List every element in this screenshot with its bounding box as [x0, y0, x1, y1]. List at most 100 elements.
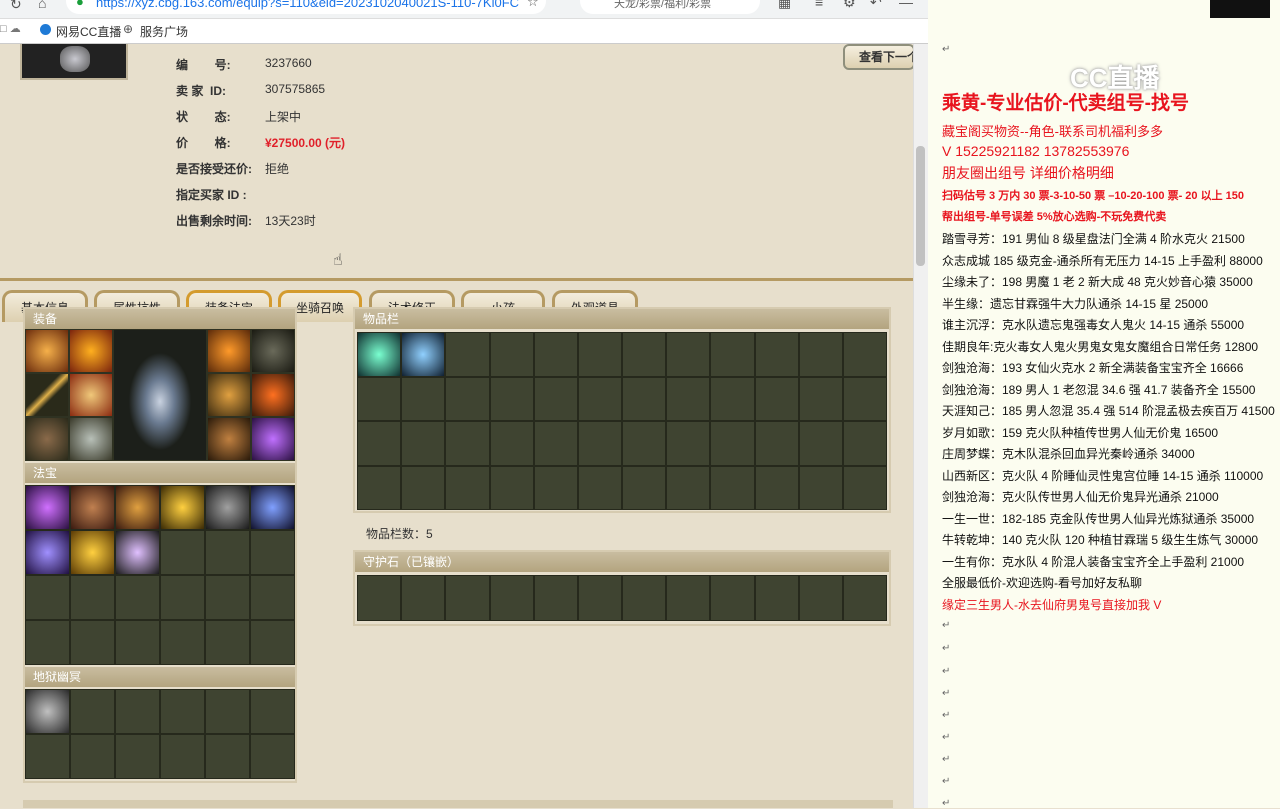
item-slot-empty[interactable] — [445, 421, 490, 466]
item-slot-empty[interactable] — [115, 689, 160, 734]
item-slot-empty[interactable] — [445, 575, 490, 621]
item-slot-empty[interactable] — [357, 376, 402, 421]
equip-item-necklace[interactable] — [70, 330, 112, 372]
item-slot-empty[interactable] — [754, 332, 799, 377]
item-slot-empty[interactable] — [622, 376, 667, 421]
item-slot-empty[interactable] — [710, 465, 755, 510]
equip-item-acc2[interactable] — [252, 374, 294, 416]
item-slot-empty[interactable] — [798, 376, 843, 421]
item-slot-empty[interactable] — [798, 575, 843, 621]
item-slot-empty[interactable] — [489, 421, 534, 466]
item-slot-empty[interactable] — [25, 734, 70, 779]
equip-item-armor[interactable] — [70, 374, 112, 416]
item-slot-empty[interactable] — [622, 575, 667, 621]
item-slot-filled[interactable] — [115, 530, 160, 575]
equip-item-belt[interactable] — [26, 418, 68, 460]
minimize-icon[interactable]: — — [899, 0, 913, 10]
item-slot-empty[interactable] — [250, 575, 295, 620]
bookmark-service[interactable]: 服务广场 — [140, 23, 188, 40]
item-slot-empty[interactable] — [160, 530, 205, 575]
item-slot-empty[interactable] — [577, 421, 622, 466]
item-slot-empty[interactable] — [754, 376, 799, 421]
item-slot-empty[interactable] — [842, 575, 887, 621]
undo-icon[interactable]: ↶ — [870, 0, 882, 11]
item-slot-empty[interactable] — [357, 465, 402, 510]
item-slot-empty[interactable] — [489, 575, 534, 621]
item-slot-empty[interactable] — [205, 530, 250, 575]
item-slot-empty[interactable] — [533, 376, 578, 421]
item-slot-empty[interactable] — [577, 376, 622, 421]
item-slot-filled[interactable] — [70, 530, 115, 575]
item-slot-empty[interactable] — [842, 376, 887, 421]
item-slot-empty[interactable] — [115, 575, 160, 620]
item-slot-empty[interactable] — [250, 689, 295, 734]
item-slot-empty[interactable] — [160, 734, 205, 779]
item-slot-empty[interactable] — [205, 575, 250, 620]
item-slot-empty[interactable] — [205, 734, 250, 779]
item-slot-empty[interactable] — [250, 620, 295, 665]
item-slot-empty[interactable] — [70, 575, 115, 620]
item-slot-empty[interactable] — [798, 332, 843, 377]
next-item-button[interactable]: 查看下一个 — [843, 44, 913, 70]
star-icon[interactable]: ☆ — [527, 0, 539, 10]
equip-item-acc4[interactable] — [252, 418, 294, 460]
item-slot-empty[interactable] — [250, 734, 295, 779]
item-slot-empty[interactable] — [445, 465, 490, 510]
reload-icon[interactable]: ↻ — [10, 0, 22, 13]
item-slot-empty[interactable] — [70, 620, 115, 665]
item-slot-empty[interactable] — [754, 465, 799, 510]
item-slot-empty[interactable] — [754, 421, 799, 466]
item-slot-empty[interactable] — [70, 734, 115, 779]
apps-icon[interactable]: ▦ — [778, 0, 791, 11]
item-slot-empty[interactable] — [160, 575, 205, 620]
settings-icon[interactable]: ⚙ — [843, 0, 856, 11]
item-slot-empty[interactable] — [577, 575, 622, 621]
item-slot-empty[interactable] — [666, 465, 711, 510]
item-slot-empty[interactable] — [622, 465, 667, 510]
home-icon[interactable]: ⌂ — [38, 0, 46, 11]
search-text[interactable]: 天龙/彩票/福利/彩票 — [614, 0, 711, 11]
equip-item-acc3[interactable] — [208, 418, 250, 460]
item-slot-empty[interactable] — [489, 332, 534, 377]
item-slot-empty[interactable] — [205, 620, 250, 665]
item-slot-empty[interactable] — [357, 421, 402, 466]
item-slot-filled[interactable] — [70, 485, 115, 530]
item-slot-filled[interactable] — [205, 485, 250, 530]
item-slot-filled[interactable] — [160, 485, 205, 530]
equip-item-ring2[interactable] — [208, 374, 250, 416]
bookmark-cc[interactable]: 网易CC直播 — [56, 23, 121, 40]
item-slot-filled[interactable] — [401, 332, 446, 377]
item-slot-empty[interactable] — [666, 376, 711, 421]
item-slot-filled[interactable] — [25, 485, 70, 530]
item-slot-empty[interactable] — [754, 575, 799, 621]
item-slot-empty[interactable] — [115, 734, 160, 779]
equip-item-hat[interactable] — [26, 330, 68, 372]
item-slot-empty[interactable] — [710, 332, 755, 377]
item-slot-filled[interactable] — [250, 485, 295, 530]
item-slot-empty[interactable] — [357, 575, 402, 621]
item-slot-filled[interactable] — [25, 530, 70, 575]
item-slot-empty[interactable] — [401, 421, 446, 466]
item-slot-empty[interactable] — [70, 689, 115, 734]
menu-icon[interactable]: ≡ — [815, 0, 823, 10]
item-slot-empty[interactable] — [205, 689, 250, 734]
equip-item-ring1[interactable] — [208, 330, 250, 372]
item-slot-empty[interactable] — [25, 620, 70, 665]
item-slot-empty[interactable] — [25, 575, 70, 620]
item-slot-empty[interactable] — [710, 421, 755, 466]
item-slot-empty[interactable] — [401, 575, 446, 621]
item-slot-empty[interactable] — [533, 332, 578, 377]
scrollbar-thumb[interactable] — [916, 146, 925, 266]
item-slot-empty[interactable] — [798, 465, 843, 510]
item-slot-empty[interactable] — [445, 332, 490, 377]
item-slot-empty[interactable] — [533, 421, 578, 466]
equip-item-acc1[interactable] — [252, 330, 294, 372]
item-slot-empty[interactable] — [666, 421, 711, 466]
item-slot-empty[interactable] — [666, 575, 711, 621]
item-slot-empty[interactable] — [710, 376, 755, 421]
item-slot-empty[interactable] — [842, 332, 887, 377]
item-slot-empty[interactable] — [445, 376, 490, 421]
item-slot-empty[interactable] — [115, 620, 160, 665]
item-slot-empty[interactable] — [798, 421, 843, 466]
item-slot-empty[interactable] — [622, 421, 667, 466]
